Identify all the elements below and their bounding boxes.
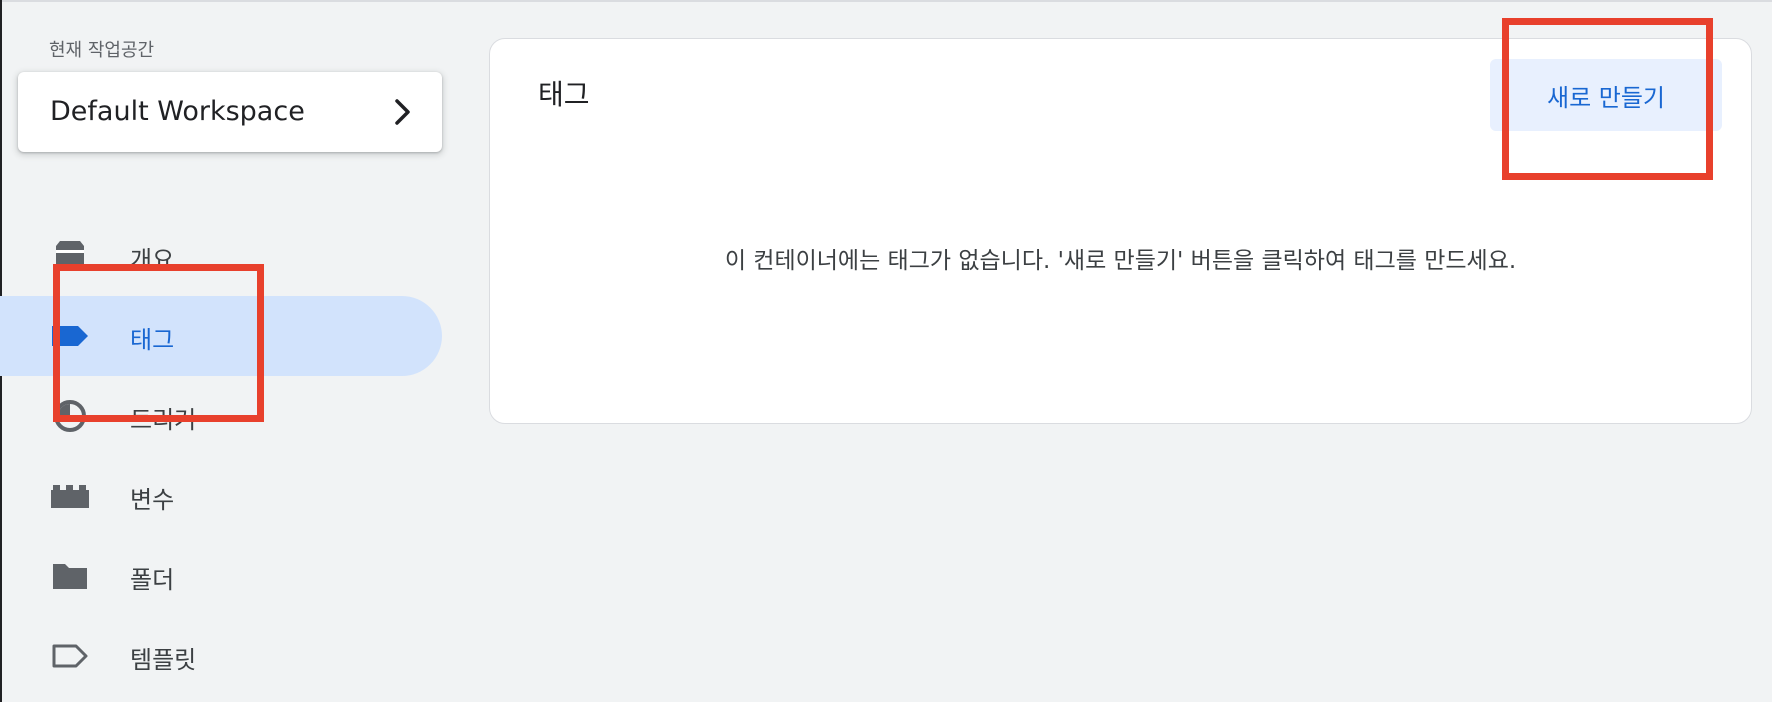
sidebar-item-tags[interactable]: 태그 <box>0 296 442 376</box>
template-icon <box>52 644 88 668</box>
sidebar-item-label: 폴더 <box>130 566 175 594</box>
sidebar-item-label: 트리거 <box>130 406 197 434</box>
sidebar-item-label: 개요 <box>130 246 175 274</box>
workspace-selector[interactable]: Default Workspace <box>18 72 442 152</box>
sidebar-item-overview[interactable]: 개요 <box>0 216 442 296</box>
tags-panel: 태그 새로 만들기 이 컨테이너에는 태그가 없습니다. '새로 만들기' 버튼… <box>489 38 1752 424</box>
sidebar-item-folders[interactable]: 폴더 <box>0 536 442 616</box>
folder-icon <box>53 564 87 589</box>
new-tag-button[interactable]: 새로 만들기 <box>1490 59 1722 131</box>
sidebar-item-label: 변수 <box>130 486 175 514</box>
top-border <box>0 0 1772 2</box>
chevron-right-icon <box>395 99 410 125</box>
sidebar-item-variables[interactable]: 변수 <box>0 456 442 536</box>
variables-icon <box>51 485 89 508</box>
sidebar-item-templates[interactable]: 템플릿 <box>0 616 442 696</box>
workspace-name: Default Workspace <box>50 96 305 127</box>
tag-icon <box>52 326 88 346</box>
overview-icon <box>56 241 84 270</box>
sidebar-item-label: 템플릿 <box>130 646 197 674</box>
panel-title: 태그 <box>538 78 590 111</box>
empty-state-message: 이 컨테이너에는 태그가 없습니다. '새로 만들기' 버튼을 클릭하여 태그를… <box>724 248 1517 274</box>
sidebar-item-label: 태그 <box>130 326 175 354</box>
sidebar-item-triggers[interactable]: 트리거 <box>0 376 442 456</box>
workspace-label: 현재 작업공간 <box>49 40 155 61</box>
trigger-icon <box>54 400 86 432</box>
